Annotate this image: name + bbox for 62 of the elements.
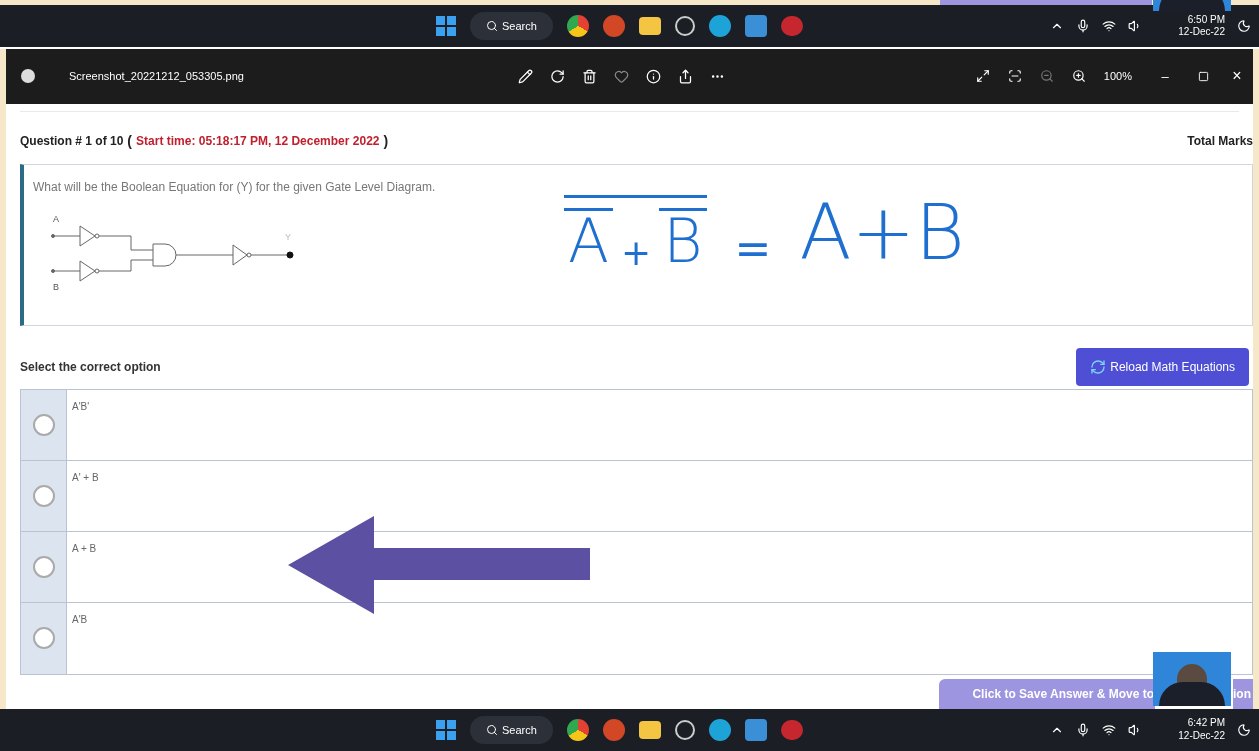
circle-app-icon[interactable] [566,718,589,741]
microphone-icon[interactable] [1076,19,1091,33]
windows-icon[interactable] [436,16,456,36]
radio-button[interactable] [32,555,55,578]
handwritten-letter: B [659,207,707,271]
option-text[interactable]: A' + B [67,460,99,531]
clock-date: 12-Dec-22 [1178,729,1225,743]
circle-app-icon[interactable] [674,719,695,740]
input-label: A [53,213,59,224]
app-icon [21,69,35,84]
info-icon[interactable] [645,68,661,84]
minimize-button[interactable]: – [1150,66,1180,87]
circle-app-icon[interactable] [708,15,731,37]
select-prompt: Select the correct option [20,358,161,376]
handwritten-plus: + [621,234,652,271]
clock-time: 6:42 PM [1187,717,1225,730]
file-name: Screenshot_20221212_053305.png [69,69,244,85]
question-heading: Question # 1 of 10 [20,133,124,151]
zoom-in-icon[interactable] [1071,69,1086,84]
radio-button[interactable] [32,627,55,650]
restore-icon[interactable] [1198,70,1209,82]
circle-app-icon[interactable] [566,15,589,37]
search-icon [486,20,498,32]
circle-app-icon[interactable] [708,718,731,741]
moon-icon[interactable] [1237,722,1251,737]
close-button[interactable]: × [1227,64,1247,89]
parenthesis: ( [127,131,133,151]
zoom-out-icon[interactable] [1039,69,1054,84]
reload-button[interactable]: Reload Math Equations [1076,347,1249,386]
clock-date: 12-Dec-22 [1178,26,1225,39]
total-marks: Total Marks [1187,133,1253,151]
edit-icon[interactable] [517,68,533,84]
search-button[interactable]: Search [470,12,553,40]
parenthesis: ) [383,131,389,151]
option-text[interactable]: A + B [67,531,97,602]
moon-icon[interactable] [1237,19,1251,33]
handwritten-equals: = [734,226,772,271]
clock-time: 6:50 PM [1187,13,1225,26]
search-button[interactable]: Search [470,715,553,744]
wifi-icon[interactable] [1102,19,1117,33]
delete-icon[interactable] [581,68,597,84]
option-text[interactable]: A'B' [67,389,90,460]
start-time: Start time: 05:18:17 PM, 12 December 2022 [136,133,380,151]
wifi-icon[interactable] [1102,722,1117,737]
zoom-level: 100% [1103,69,1132,85]
expand-icon[interactable] [975,69,990,84]
input-label: B [53,281,59,292]
share-icon[interactable] [677,68,693,84]
heart-icon[interactable] [613,68,629,84]
microphone-icon[interactable] [1076,722,1091,737]
refresh-icon [1090,358,1107,375]
radio-button[interactable] [32,413,55,436]
handwritten-expression: A+B [799,194,965,271]
windows-icon[interactable] [436,719,456,740]
handwritten-letter: A [564,207,614,271]
radio-button[interactable] [32,484,55,507]
circle-app-icon[interactable] [674,16,695,36]
rotate-icon[interactable] [549,68,565,84]
search-icon [486,723,498,736]
question-text: What will be the Boolean Equation for (Y) for the given Gate Level Diagram. [33,178,436,196]
option-text[interactable]: A'B [67,602,88,674]
fit-icon[interactable] [1007,69,1022,84]
